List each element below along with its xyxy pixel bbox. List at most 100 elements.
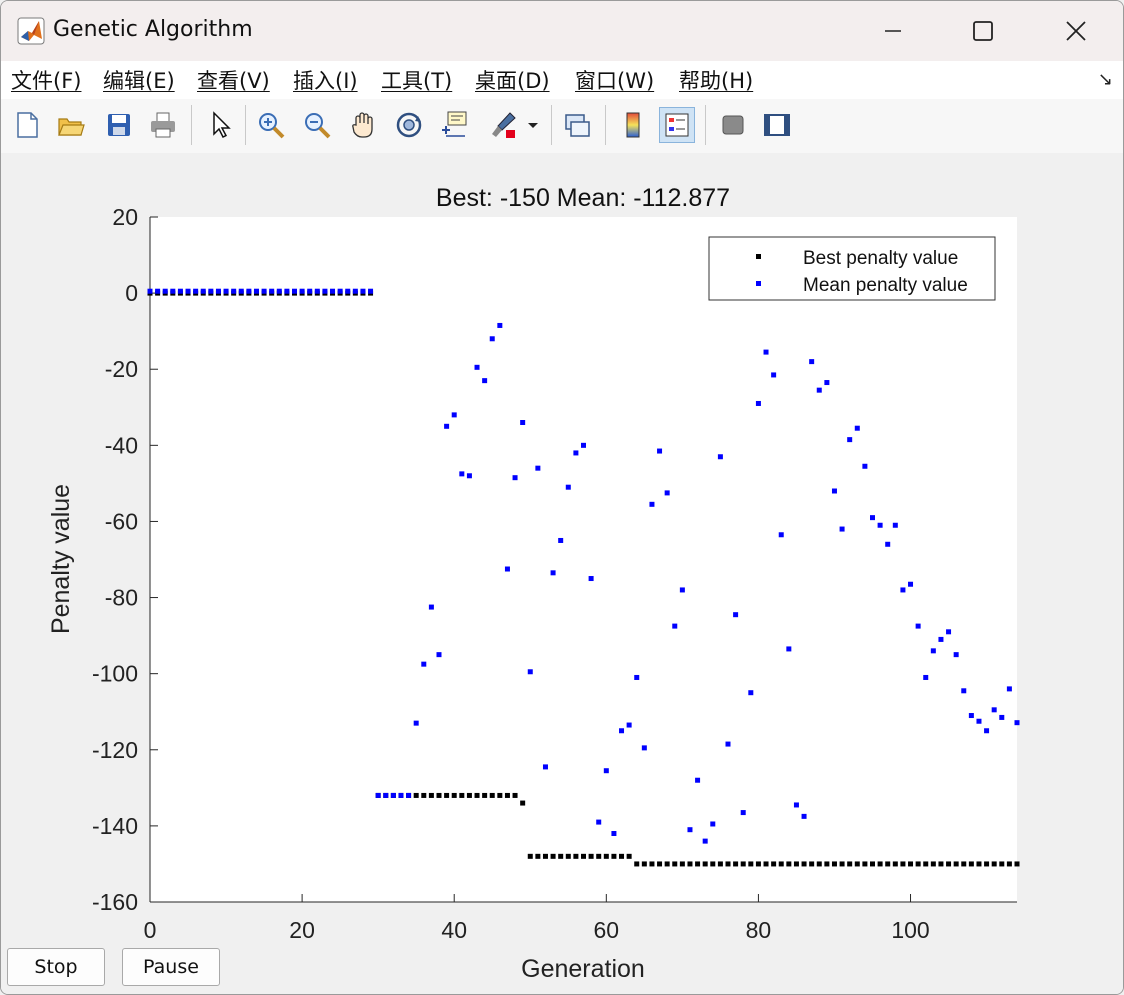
best-point [581, 853, 586, 859]
best-point [527, 853, 533, 859]
best-point [413, 792, 419, 798]
best-point [748, 861, 754, 867]
menu-help[interactable]: 帮助(H) [679, 65, 753, 95]
mean-point [185, 288, 191, 294]
best-point [657, 861, 663, 867]
data-cursor-icon[interactable] [437, 107, 473, 143]
toolbar-separator [191, 105, 192, 145]
menu-insert[interactable]: 插入(I) [293, 65, 358, 95]
mean-point [208, 288, 214, 294]
x-tick-label: 40 [441, 917, 467, 943]
mean-point [702, 838, 708, 844]
rotate-3d-icon[interactable] [391, 107, 427, 143]
mean-point [847, 437, 853, 443]
link-plot-icon[interactable] [559, 107, 595, 143]
dock-figure-icon[interactable]: ↘ [1098, 69, 1113, 90]
y-tick-label: -160 [92, 889, 138, 915]
mean-point [352, 288, 358, 294]
toolbar-separator [551, 105, 552, 145]
print-icon[interactable] [145, 107, 181, 143]
best-point [999, 861, 1005, 867]
mean-point [292, 288, 297, 294]
pan-icon[interactable] [345, 107, 381, 143]
y-tick-label: 0 [125, 280, 138, 306]
menu-desktop[interactable]: 桌面(D) [475, 65, 550, 95]
mean-point [908, 581, 914, 587]
chart-title: Best: -150 Mean: -112.877 [436, 184, 730, 212]
menu-window[interactable]: 窗口(W) [575, 65, 654, 95]
save-icon[interactable] [101, 107, 137, 143]
best-point [854, 861, 860, 867]
close-button[interactable] [1054, 13, 1098, 49]
mean-point [368, 288, 374, 294]
best-point [466, 792, 472, 798]
mean-point [276, 288, 282, 294]
show-plot-tools-icon[interactable] [759, 107, 795, 143]
maximize-button[interactable] [961, 13, 1005, 49]
best-point [771, 861, 777, 867]
mean-point [885, 541, 891, 547]
menu-file[interactable]: 文件(F) [11, 65, 81, 95]
mean-point [862, 463, 868, 469]
best-point [877, 861, 883, 867]
colorbar-icon[interactable] [615, 107, 651, 143]
brush-icon[interactable] [485, 107, 521, 143]
mean-point [717, 454, 723, 460]
minimize-button[interactable] [871, 13, 915, 49]
best-point [816, 861, 822, 867]
brush-dropdown-icon[interactable] [523, 107, 543, 143]
best-point [641, 861, 647, 867]
figure-toolbar [1, 99, 1123, 154]
legend[interactable]: Best penalty value Mean penalty value [708, 236, 996, 301]
best-point [588, 853, 594, 859]
plot-area [150, 217, 1017, 902]
menu-view[interactable]: 查看(V) [197, 65, 270, 95]
best-point [870, 861, 875, 867]
mean-point [755, 400, 761, 406]
stop-button[interactable]: Stop [7, 948, 105, 986]
mean-point [733, 612, 739, 618]
best-point [961, 861, 967, 867]
mean-point [877, 522, 883, 528]
mean-point [649, 501, 655, 507]
chart-svg[interactable]: Best: -150 Mean: -112.877 20 0 -20 -40 -60 -8… [1, 153, 1123, 994]
menu-edit[interactable]: 编辑(E) [103, 65, 175, 95]
mean-point [330, 288, 336, 294]
mean-point [976, 718, 982, 724]
best-point [968, 861, 974, 867]
mean-point [482, 378, 488, 384]
mean-point [1006, 686, 1012, 692]
menu-tools[interactable]: 工具(T) [381, 65, 452, 95]
mean-point [999, 714, 1005, 720]
best-point [763, 861, 769, 867]
figure-window: Genetic Algorithm 文件(F) 编辑(E) 查看(V) 插入(I… [0, 0, 1124, 995]
hide-plot-tools-icon[interactable] [715, 107, 751, 143]
mean-point [406, 792, 412, 798]
mean-point [695, 777, 701, 783]
pointer-icon[interactable] [201, 107, 237, 143]
best-point [831, 861, 837, 867]
mean-point [398, 792, 404, 798]
toolbar-separator [245, 105, 246, 145]
legend-icon[interactable] [659, 107, 695, 143]
pause-button[interactable]: Pause [122, 948, 220, 986]
mean-point [839, 526, 845, 532]
y-tick-label: -140 [92, 813, 138, 839]
zoom-out-icon[interactable] [299, 107, 335, 143]
x-tick-label: 80 [746, 917, 772, 943]
new-figure-icon[interactable] [9, 107, 45, 143]
mean-point [238, 288, 244, 294]
best-point [603, 853, 609, 859]
zoom-in-icon[interactable] [253, 107, 289, 143]
open-file-icon[interactable] [53, 107, 89, 143]
y-axis: 20 0 -20 -40 -60 -80 -100 -120 -140 -160 [92, 204, 158, 915]
best-point [801, 861, 807, 867]
mean-point [147, 288, 153, 294]
mean-point [466, 473, 472, 479]
best-point [649, 861, 655, 867]
mean-point [923, 674, 929, 680]
best-point [793, 861, 799, 867]
mean-point [527, 669, 533, 675]
y-tick-label: -20 [105, 356, 138, 382]
mean-point [641, 745, 647, 751]
